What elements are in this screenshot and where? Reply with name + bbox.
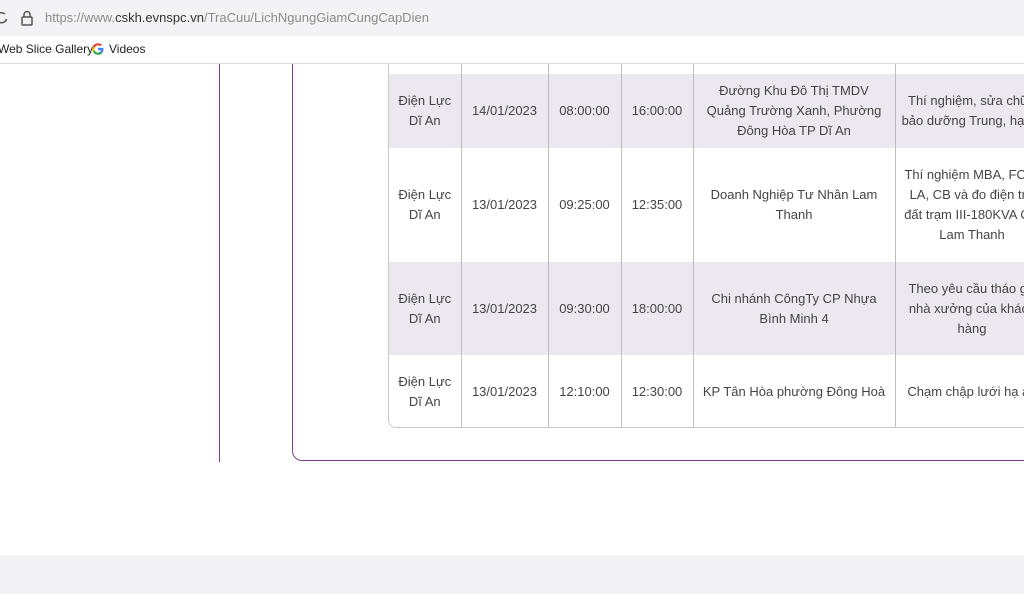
area-cell: KP Tân Hòa phường Đông Hoà [693,355,896,427]
date-cell: 13/01/2023 [461,148,549,262]
unit-cell: Điện Lực Dĩ An [389,262,462,355]
table-row: Điện Lực Dĩ An 13/01/2023 09:30:00 18:00… [389,262,1024,355]
outage-schedule-table: Điện Lực Dĩ An 14/01/2023 08:00:00 16:00… [388,50,1024,428]
start-time-cell: 12:10:00 [548,355,622,427]
bookmark-web-slice-gallery[interactable]: Web Slice Gallery [0,42,93,56]
bookmark-videos[interactable]: Videos [109,42,145,56]
reason-cell: Thí nghiệm, sửa chữa bảo dưỡng Trung, hạ… [895,74,1024,148]
date-cell: 13/01/2023 [461,355,549,427]
footer-area [0,555,1024,594]
url-prefix: https://www. [45,10,116,25]
unit-cell: Điện Lực Dĩ An [389,355,462,427]
end-time-cell: 16:00:00 [621,74,694,148]
google-icon [92,43,104,55]
reload-icon[interactable] [0,11,8,25]
reason-cell: Chạm chập lưới hạ áp [895,355,1024,427]
url-path: /TraCuu/LichNgungGiamCungCapDien [203,10,429,25]
end-time-cell: 18:00:00 [621,262,694,355]
url-host: cskh.evnspc.vn [115,10,204,25]
lock-icon[interactable] [20,10,34,26]
reason-cell: Thí nghiệm MBA, FCO, LA, CB và đo điện t… [895,148,1024,262]
unit-cell: Điện Lực Dĩ An [389,74,462,148]
bookmarks-bar: Web Slice Gallery Videos [0,36,1024,64]
url-text[interactable]: https://www.cskh.evnspc.vn/TraCuu/LichNg… [45,10,429,25]
area-cell: Doanh Nghiệp Tư Nhân Lam Thanh [693,148,896,262]
unit-cell: Điện Lực Dĩ An [389,148,462,262]
start-time-cell: 09:30:00 [548,262,622,355]
start-time-cell: 09:25:00 [548,148,622,262]
date-cell: 13/01/2023 [461,262,549,355]
end-time-cell: 12:35:00 [621,148,694,262]
reason-cell: Theo yêu cầu tháo gỡ nhà xưởng của khách… [895,262,1024,355]
table-row: Điện Lực Dĩ An 13/01/2023 12:10:00 12:30… [389,355,1024,427]
area-cell: Đường Khu Đô Thị TMDV Quảng Trường Xanh,… [693,74,896,148]
start-time-cell: 08:00:00 [548,74,622,148]
area-cell: Chi nhánh CôngTy CP Nhựa Bình Minh 4 [693,262,896,355]
table-row: Điện Lực Dĩ An 14/01/2023 08:00:00 16:00… [389,74,1024,148]
address-bar[interactable]: https://www.cskh.evnspc.vn/TraCuu/LichNg… [0,0,1024,36]
sidebar-divider [219,64,220,462]
table-row: Điện Lực Dĩ An 13/01/2023 09:25:00 12:35… [389,148,1024,262]
end-time-cell: 12:30:00 [621,355,694,427]
date-cell: 14/01/2023 [461,74,549,148]
